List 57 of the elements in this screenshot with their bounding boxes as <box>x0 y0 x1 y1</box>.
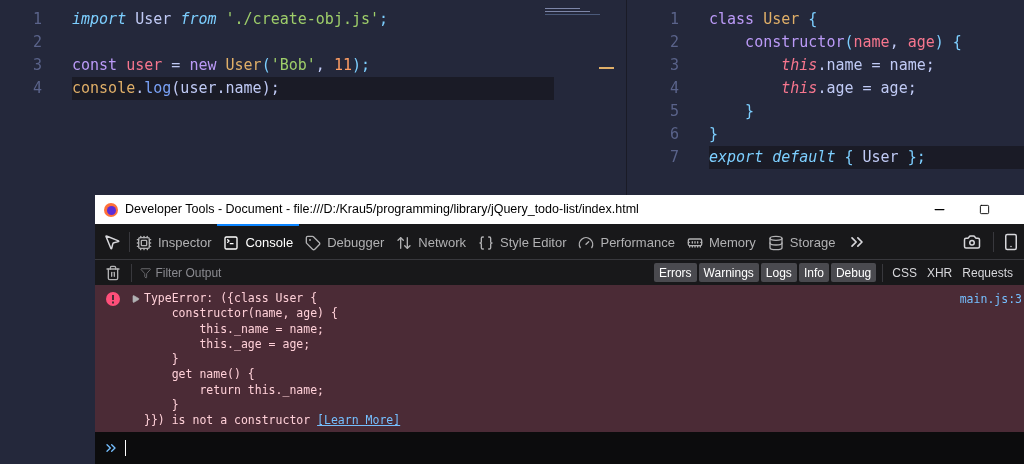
code-line: this.name = name; <box>780 55 936 76</box>
database-icon <box>767 234 784 251</box>
code-line: this.age = age; <box>780 78 918 99</box>
filter-button[interactable]: Warnings <box>698 263 759 282</box>
gauge-icon <box>578 234 595 251</box>
error-message: TypeError: ({class User { constructor(name, age) { this._name = name; this._age = age; } get name() { return this._name; } }}) is not a constructor [Learn More] <box>144 291 401 429</box>
code-line: class User { <box>709 9 819 30</box>
responsive-icon[interactable] <box>1002 232 1020 251</box>
filter-button[interactable]: CSS <box>887 263 922 282</box>
devtools-tab[interactable]: Debugger <box>299 224 391 259</box>
filter-button[interactable]: Info <box>798 263 829 282</box>
minimap-drawing <box>545 8 600 17</box>
devtools-tab[interactable]: Inspector <box>130 224 218 259</box>
line-number: 4 <box>31 78 42 100</box>
line-number: 5 <box>668 101 679 123</box>
devtools-tab[interactable]: Storage <box>761 224 842 259</box>
browser-logo-icon <box>103 201 119 218</box>
terminal-icon <box>223 234 240 251</box>
devtools-tab[interactable]: Network <box>390 224 472 259</box>
line-number: 6 <box>668 124 679 146</box>
tag-icon <box>305 234 322 251</box>
filter-icon <box>140 266 152 279</box>
code-line: const user = new User('Bob', 11); <box>72 55 372 76</box>
line-number: 3 <box>668 55 679 77</box>
code-line: import User from './create-obj.js'; <box>72 9 390 30</box>
error-icon <box>106 292 120 306</box>
code-line: } <box>709 124 720 145</box>
line-number: 4 <box>668 78 679 100</box>
maximize-icon[interactable] <box>979 204 990 215</box>
devtools-tab[interactable]: Style Editor <box>472 224 573 259</box>
arrows-icon <box>396 234 413 251</box>
devtools-tab[interactable]: Performance <box>572 224 681 259</box>
filter-field[interactable]: Filter Output <box>155 263 440 282</box>
line-number: 1 <box>668 9 679 31</box>
filter-button[interactable]: Logs <box>760 263 797 282</box>
window-title: Developer Tools - Document - file:///D:/Krau5/programming/library/jQuery_todo-list/index.html <box>125 201 639 219</box>
filter-button[interactable]: Errors <box>653 263 697 282</box>
line-number: 1 <box>31 9 42 31</box>
expand-arrow-icon[interactable] <box>132 295 140 303</box>
chip-icon <box>136 234 152 251</box>
learn-more-link[interactable]: [Learn More] <box>317 413 401 428</box>
change-marker <box>599 67 614 69</box>
code-line: constructor(name, age) { <box>744 32 963 53</box>
filter-button[interactable]: Requests <box>957 263 1018 282</box>
code-line: } <box>744 101 756 122</box>
devtools-tab[interactable]: Memory <box>680 224 762 259</box>
line-number: 2 <box>668 32 679 54</box>
pick-element-icon[interactable] <box>103 232 121 251</box>
filter-button[interactable]: Debug <box>830 263 877 282</box>
line-number: 7 <box>668 147 679 169</box>
camera-icon[interactable] <box>963 232 981 251</box>
braces-icon <box>478 234 494 251</box>
filter-button[interactable]: XHR <box>921 263 958 282</box>
source-link[interactable]: main.js:3 <box>959 291 1022 309</box>
trash-icon[interactable] <box>105 264 121 281</box>
line-number: 3 <box>31 55 42 77</box>
line-number: 2 <box>31 32 42 54</box>
